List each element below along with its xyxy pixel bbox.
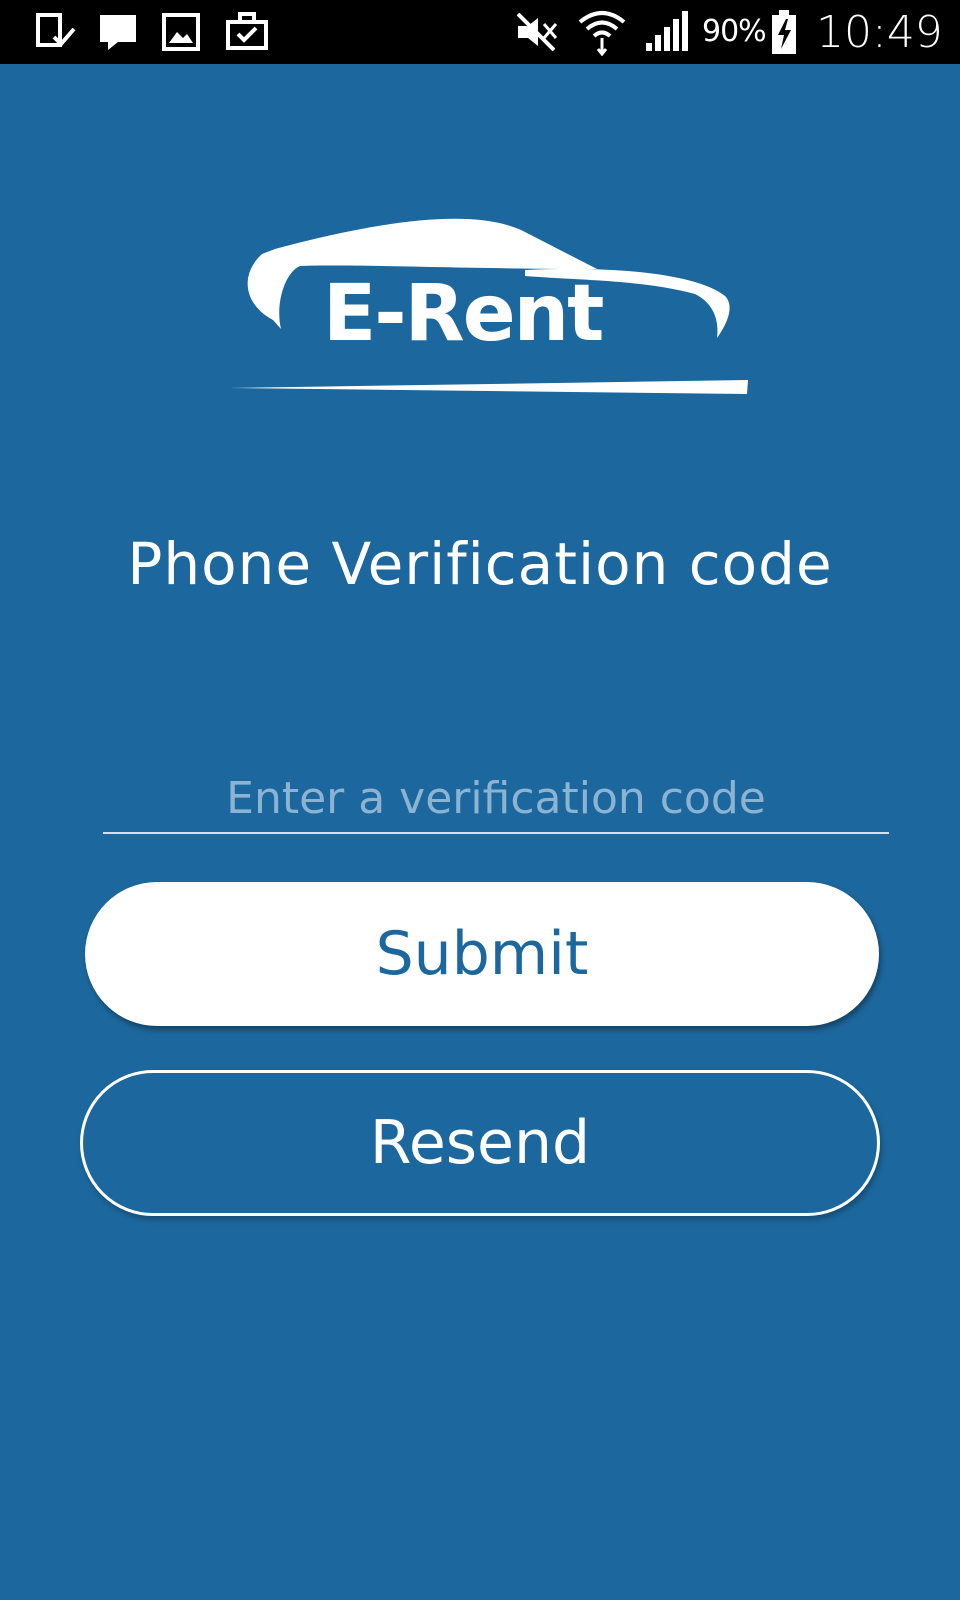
battery-percent: 90% bbox=[702, 14, 767, 49]
download-done-icon bbox=[34, 0, 76, 64]
resend-button[interactable]: Resend bbox=[80, 1070, 880, 1216]
briefcase-icon bbox=[226, 0, 268, 64]
status-bar: 90% 10:49 bbox=[0, 0, 960, 64]
verification-screen: E-Rent Phone Verification code Submit Re… bbox=[0, 64, 960, 1600]
clock: 10:49 bbox=[816, 7, 943, 58]
submit-button[interactable]: Submit bbox=[85, 882, 879, 1026]
page-title: Phone Verification code bbox=[127, 530, 833, 598]
message-icon bbox=[98, 0, 138, 64]
app-logo: E-Rent bbox=[225, 214, 765, 474]
mute-icon bbox=[514, 0, 558, 64]
battery-charging-icon bbox=[770, 0, 798, 64]
gallery-icon bbox=[162, 0, 200, 64]
brand-name: E-Rent bbox=[323, 269, 604, 359]
signal-icon bbox=[644, 0, 688, 64]
wifi-icon bbox=[578, 0, 626, 64]
verification-code-input[interactable] bbox=[103, 764, 889, 834]
